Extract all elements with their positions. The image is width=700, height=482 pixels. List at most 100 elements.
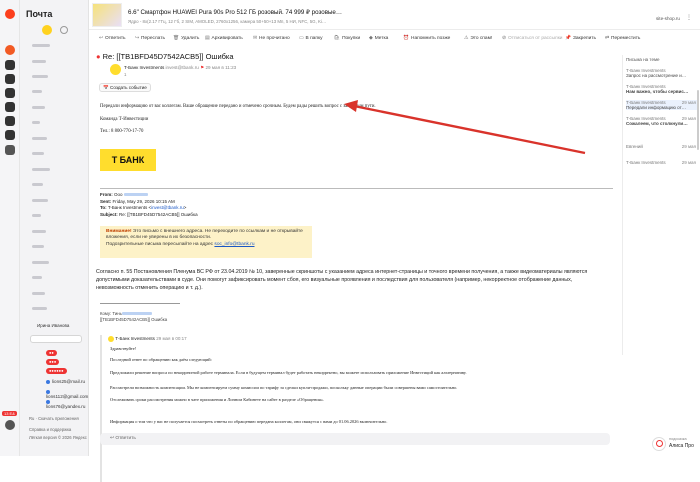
- apps-icon[interactable]: [5, 145, 15, 155]
- sender-avatar[interactable]: [110, 64, 121, 75]
- ad-banner[interactable]: 6.6" Смартфон HUAWEI Pura 90s Pro 512 ГБ…: [89, 0, 700, 30]
- quoted-text: Информация о том что у вас не получается…: [110, 419, 388, 424]
- phone: Тел.: 8 800-770-17-70: [100, 129, 144, 134]
- folder-item[interactable]: [32, 121, 40, 124]
- page-title: Почта: [26, 9, 53, 19]
- refresh-button[interactable]: [60, 26, 68, 34]
- label-button[interactable]: ◆ Метка: [369, 36, 388, 41]
- calendar-icon[interactable]: [5, 74, 15, 84]
- reply-box[interactable]: ↩ Ответить: [100, 433, 610, 445]
- quoted-message: Т-Банк Investments 29 мая в 00:17 Здравс…: [100, 335, 612, 482]
- folder-item[interactable]: [32, 137, 47, 140]
- footer-copyright: Лёгкая версия © 2026 Яндекс: [29, 435, 87, 440]
- unsubscribe-button[interactable]: ⊘ Отписаться от рассылки: [502, 36, 562, 41]
- quoted-text: Отслеживать сроки рассмотрения можно в ч…: [110, 397, 325, 402]
- folder-item[interactable]: [32, 60, 46, 63]
- folder-item[interactable]: [32, 292, 45, 295]
- folder-item[interactable]: [32, 183, 43, 186]
- yandex-logo-icon[interactable]: [5, 9, 15, 19]
- settings-icon[interactable]: [5, 420, 15, 430]
- delete-button[interactable]: 🗑 Удалить: [173, 36, 199, 41]
- mail-icon[interactable]: [5, 45, 15, 55]
- quote-divider: [100, 303, 180, 304]
- label-pill[interactable]: ●●●: [46, 359, 60, 365]
- label-pill[interactable]: ●●: [46, 350, 57, 356]
- telemost-icon[interactable]: [5, 130, 15, 140]
- thread-item[interactable]: Т-Банк Investments Сожалеем, что столкнул…: [626, 116, 698, 126]
- ad-title[interactable]: 6.6" Смартфон HUAWEI Pura 90s Pro 512 ГБ…: [128, 9, 342, 16]
- message-toolbar: ↩ Ответить ↪ Переслать 🗑 Удалить ▤ Архивиров…: [89, 35, 700, 47]
- alice-icon: [652, 437, 666, 451]
- move-button[interactable]: ⇄ Переместить: [605, 36, 640, 41]
- account-item[interactable]: lions112@gmail.com: [46, 389, 88, 399]
- compose-button[interactable]: [42, 25, 52, 35]
- badge: 13 Е&: [2, 411, 17, 416]
- folder-item[interactable]: [32, 152, 44, 155]
- notes-icon[interactable]: [5, 102, 15, 112]
- create-event-button[interactable]: 📅 Создать событие: [99, 83, 151, 92]
- spam-button[interactable]: ⚠ Это спам!: [464, 36, 492, 41]
- thread-panel: Письма на теме Т-Банк Investments Запрос …: [622, 55, 700, 355]
- alice-widget[interactable]: подсказка Алиса Про: [652, 436, 698, 454]
- folder-item[interactable]: [32, 230, 46, 233]
- archive-button[interactable]: ▤ Архивировать: [205, 36, 243, 41]
- ad-site[interactable]: site-shop.ru: [656, 16, 680, 21]
- ad-menu-icon[interactable]: ⋮: [686, 14, 692, 21]
- alice-label: Алиса Про: [669, 443, 694, 449]
- external-warning: Внимание! Это письмо с внешнего адреса. …: [100, 226, 312, 258]
- mail-sidebar: Почта Ирина Иванова ●● ●●● ●●●●●● lions2…: [20, 0, 89, 456]
- pin-button[interactable]: 📌 Закрепить: [565, 36, 596, 41]
- tbank-logo: Т БАНК: [100, 149, 156, 171]
- help-link[interactable]: Справка и поддержка: [29, 427, 71, 432]
- add-folder-button[interactable]: [30, 335, 82, 343]
- purchases-button[interactable]: 🛍 Покупки: [334, 36, 360, 41]
- contact-name[interactable]: Ирина Иванова: [37, 323, 69, 328]
- folder-item[interactable]: [32, 276, 42, 279]
- folder-item[interactable]: [32, 168, 50, 171]
- ad-image: [92, 3, 122, 27]
- quoted-sender: Т-Банк Investments 29 мая в 00:17: [108, 336, 187, 342]
- account-item[interactable]: lions25@mail.ru: [46, 379, 85, 384]
- ad-subtitle: Ядро - 8x(2.17 ГГц, 12 Гб, 2 SIM, AMOLED…: [128, 19, 327, 24]
- label-pill[interactable]: ●●●●●●: [46, 368, 67, 374]
- signature: Команда Т-Инвестиции: [100, 117, 149, 122]
- forward-button[interactable]: ↪ Переслать: [135, 36, 165, 41]
- legal-note: Согласно п. 55 Постановления Пленума ВС …: [96, 269, 588, 292]
- annotation-arrow: [344, 100, 586, 155]
- alice-sub: подсказка: [669, 437, 687, 441]
- thread-header: Письма на теме: [626, 57, 660, 62]
- folder-item[interactable]: [32, 307, 47, 310]
- disk-icon[interactable]: [5, 88, 15, 98]
- scrollbar[interactable]: [697, 90, 699, 150]
- lang-switch[interactable]: Ru · Скачать приложения: [29, 416, 79, 421]
- thread-item[interactable]: Евгений 29 мая: [626, 144, 698, 149]
- recipients-count[interactable]: 1: [124, 72, 126, 77]
- folder-item[interactable]: [32, 44, 50, 47]
- folder-item[interactable]: [32, 214, 41, 217]
- quote-meta: Кому: Тинь [[TB1BFD45D7542ACB5]] Ошибка: [100, 311, 168, 322]
- quoted-headers: From: Ооо Sent: Friday, May 29, 2026 10:…: [100, 192, 198, 217]
- quoted-text: Предложили решение вопроса по некорректн…: [110, 370, 467, 375]
- thread-item[interactable]: Т-Банк Investments 29 мая: [626, 160, 698, 165]
- messenger-icon[interactable]: [5, 116, 15, 126]
- folder-item[interactable]: [32, 106, 45, 109]
- thread-item[interactable]: Т-Банк Investments Запрос на рассмотрение…: [626, 68, 698, 78]
- folder-item[interactable]: [32, 75, 48, 78]
- thread-item[interactable]: Т-Банк Investments Нам важно, чтобы серви…: [626, 84, 698, 94]
- mark-unread-button[interactable]: ✉ Не прочитано: [253, 36, 290, 41]
- remind-later-button[interactable]: ⏰ Напомнить позже: [403, 36, 450, 41]
- quoted-text: Здравствуйте!: [110, 346, 137, 351]
- sender-line[interactable]: T-Банк Investments invest@tbank.ru ⚑ 29 …: [124, 65, 236, 71]
- folder-item[interactable]: [32, 90, 42, 93]
- quoted-text: Последний ответ по обращению как даём сл…: [110, 357, 212, 362]
- contacts-icon[interactable]: [5, 60, 15, 70]
- account-item[interactable]: lions76@yandex.ru: [46, 399, 88, 409]
- reply-button[interactable]: ↩ Ответить: [99, 36, 126, 41]
- move-to-folder-button[interactable]: ▭ В папку: [299, 36, 323, 41]
- thread-item-active[interactable]: Т-Банк Investments Передали информацию от…: [626, 100, 698, 110]
- message-subject: ● Re: [[TB1BFD45D7542ACB5]] Ошибка: [96, 52, 234, 61]
- folder-item[interactable]: [32, 261, 49, 264]
- folder-item[interactable]: [32, 199, 48, 202]
- folder-item[interactable]: [32, 245, 44, 248]
- app-rail: 13 Е&: [0, 0, 20, 456]
